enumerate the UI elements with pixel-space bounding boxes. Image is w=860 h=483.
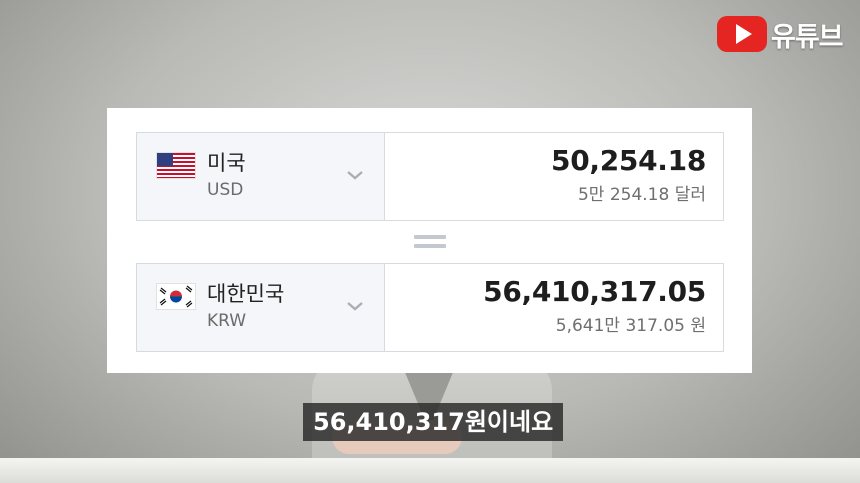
to-currency-row: 대한민국 KRW 56,410,317.05 5,641만 317.05 원 <box>136 263 724 352</box>
from-country-name: 미국 <box>207 151 246 175</box>
kr-flag-icon <box>156 283 196 310</box>
channel-logo: 유튜브 <box>717 15 844 53</box>
equals-icon <box>414 235 446 249</box>
chevron-down-icon[interactable] <box>346 166 364 184</box>
to-country-name: 대한민국 <box>207 282 285 306</box>
from-currency-row: 미국 USD 50,254.18 5만 254.18 달러 <box>136 132 724 221</box>
youtube-play-icon <box>717 16 767 52</box>
to-currency-selector[interactable]: 대한민국 KRW <box>137 264 385 351</box>
to-amount-field[interactable]: 56,410,317.05 5,641만 317.05 원 <box>385 264 723 351</box>
currency-converter: 미국 USD 50,254.18 5만 254.18 달러 대한민국 KRW 5… <box>107 108 752 373</box>
to-amount: 56,410,317.05 <box>483 275 706 308</box>
to-currency-code: KRW <box>207 311 247 331</box>
from-amount-field[interactable]: 50,254.18 5만 254.18 달러 <box>385 133 723 220</box>
video-frame: 유튜브 미국 USD 50,254.18 5만 254.18 달러 대한민국 K… <box>0 0 860 483</box>
from-amount-words: 5만 254.18 달러 <box>577 185 706 205</box>
logo-text: 유튜브 <box>771 21 844 53</box>
from-currency-selector[interactable]: 미국 USD <box>137 133 385 220</box>
desk <box>0 458 860 483</box>
us-flag-icon <box>156 152 196 179</box>
from-currency-code: USD <box>207 180 244 200</box>
video-subtitle: 56,410,317원이네요 <box>303 403 564 441</box>
from-amount: 50,254.18 <box>551 144 706 177</box>
to-amount-words: 5,641만 317.05 원 <box>555 316 706 336</box>
chevron-down-icon[interactable] <box>346 297 364 315</box>
